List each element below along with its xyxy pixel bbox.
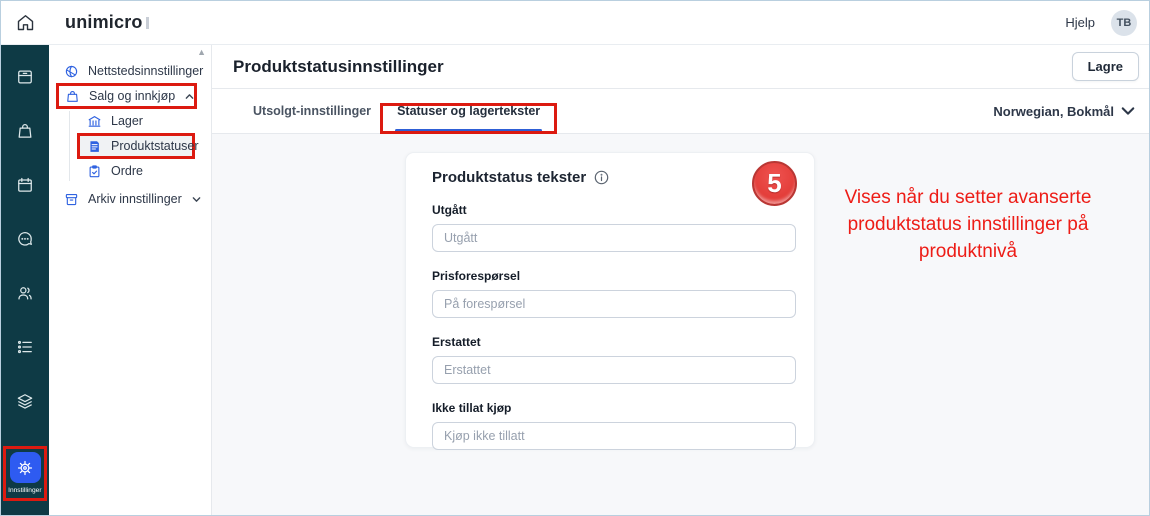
app-window: unimicro Hjelp TB <box>0 0 1150 516</box>
sidebar-item-nettstedsinnstillinger[interactable]: Nettstedsinnstillinger <box>49 59 211 83</box>
shopping-bag-icon[interactable] <box>5 111 45 151</box>
field-prisforesporsel: Prisforespørsel <box>432 269 796 318</box>
sidebar-item-label: Salg og innkjøp <box>89 89 175 103</box>
step-number-badge: 5 <box>752 161 797 206</box>
drawer-icon[interactable] <box>5 57 45 97</box>
sidebar-item-salg-og-innkjop[interactable]: Salg og innkjøp <box>56 83 197 109</box>
settings-sidebar: ▲ Nettstedsinnstillinger Salg og innkjøp <box>49 45 212 515</box>
globe-icon <box>63 63 79 79</box>
field-ikke-tillat-kjop: Ikke tillat kjøp <box>432 401 796 450</box>
field-utgatt: Utgått <box>432 203 796 252</box>
tree-indent-line <box>69 111 70 181</box>
prisforesporsel-input[interactable] <box>432 290 796 318</box>
logo-mark <box>146 17 149 29</box>
shopping-bag-icon <box>64 88 80 104</box>
checklist-icon[interactable] <box>5 327 45 367</box>
sidebar-item-lager[interactable]: Lager <box>77 109 211 133</box>
chevron-up-icon <box>184 91 195 102</box>
erstattet-input[interactable] <box>432 356 796 384</box>
topbar-right: Hjelp TB <box>1065 10 1149 36</box>
sidebar-item-produktstatuser[interactable]: Produktstatuser <box>77 133 195 159</box>
sidebar-subnav: Lager Produktstatuser Ordre <box>49 109 211 183</box>
tab-label: Statuser og lagertekster <box>397 104 540 118</box>
main-panel: Produktstatusinnstillinger Lagre Utsolgt… <box>212 45 1149 515</box>
clipboard-icon <box>86 163 102 179</box>
sidebar-item-label: Lager <box>111 114 143 128</box>
warehouse-icon <box>86 113 102 129</box>
field-erstattet: Erstattet <box>432 335 796 384</box>
logo-text: unimicro <box>65 12 143 33</box>
sidebar-item-label: Arkiv innstillinger <box>88 192 182 206</box>
page-header: Produktstatusinnstillinger Lagre <box>212 45 1149 89</box>
sidebar-item-label: Nettstedsinnstillinger <box>88 64 203 78</box>
field-label: Prisforespørsel <box>432 269 796 283</box>
help-link[interactable]: Hjelp <box>1065 15 1095 30</box>
gear-icon <box>16 459 34 477</box>
save-button[interactable]: Lagre <box>1072 52 1139 81</box>
active-tab-underline <box>395 129 542 132</box>
sidebar-item-arkiv-innstillinger[interactable]: Arkiv innstillinger <box>49 187 211 211</box>
field-label: Erstattet <box>432 335 796 349</box>
content-area: Produktstatus tekster Utgått Prisforespø… <box>212 134 1149 515</box>
settings-label: Innstillinger <box>8 486 41 493</box>
settings-button[interactable] <box>10 452 41 483</box>
calendar-icon[interactable] <box>5 165 45 205</box>
topbar: unimicro Hjelp TB <box>1 1 1149 45</box>
field-label: Ikke tillat kjøp <box>432 401 796 415</box>
scroll-up-indicator[interactable]: ▲ <box>197 47 206 57</box>
icon-rail: Innstillinger <box>1 45 49 515</box>
info-icon[interactable] <box>594 170 609 185</box>
home-icon <box>15 12 36 33</box>
tab-label: Utsolgt-innstillinger <box>253 104 371 118</box>
users-icon[interactable] <box>5 273 45 313</box>
utgatt-input[interactable] <box>432 224 796 252</box>
ikke-tillat-kjop-input[interactable] <box>432 422 796 450</box>
language-selector[interactable]: Norwegian, Bokmål <box>993 89 1135 133</box>
tabs-bar: Utsolgt-innstillinger Statuser og lagert… <box>212 89 1149 134</box>
produktstatus-tekster-card: Produktstatus tekster Utgått Prisforespø… <box>405 152 815 448</box>
sidebar-item-ordre[interactable]: Ordre <box>77 159 211 183</box>
sidebar-item-label: Produktstatuser <box>111 139 199 153</box>
card-title: Produktstatus tekster <box>432 169 586 186</box>
field-label: Utgått <box>432 203 796 217</box>
home-button[interactable] <box>1 1 49 45</box>
document-icon <box>86 138 102 154</box>
tab-statuser-og-lagertekster[interactable]: Statuser og lagertekster <box>384 89 553 133</box>
chevron-down-icon <box>1121 106 1135 116</box>
layers-icon[interactable] <box>5 381 45 421</box>
chat-icon[interactable] <box>5 219 45 259</box>
sidebar-item-label: Ordre <box>111 164 143 178</box>
unimicro-logo: unimicro <box>65 12 149 33</box>
tab-utsolgt-innstillinger[interactable]: Utsolgt-innstillinger <box>240 89 384 133</box>
avatar[interactable]: TB <box>1111 10 1137 36</box>
chevron-down-icon <box>191 194 202 205</box>
page-title: Produktstatusinnstillinger <box>233 57 444 77</box>
sidebar-item-innstillinger[interactable]: Innstillinger <box>3 446 47 501</box>
language-label: Norwegian, Bokmål <box>993 104 1114 119</box>
archive-icon <box>63 191 79 207</box>
annotation-note: Vises når du setter avanserte produktsta… <box>834 184 1102 265</box>
